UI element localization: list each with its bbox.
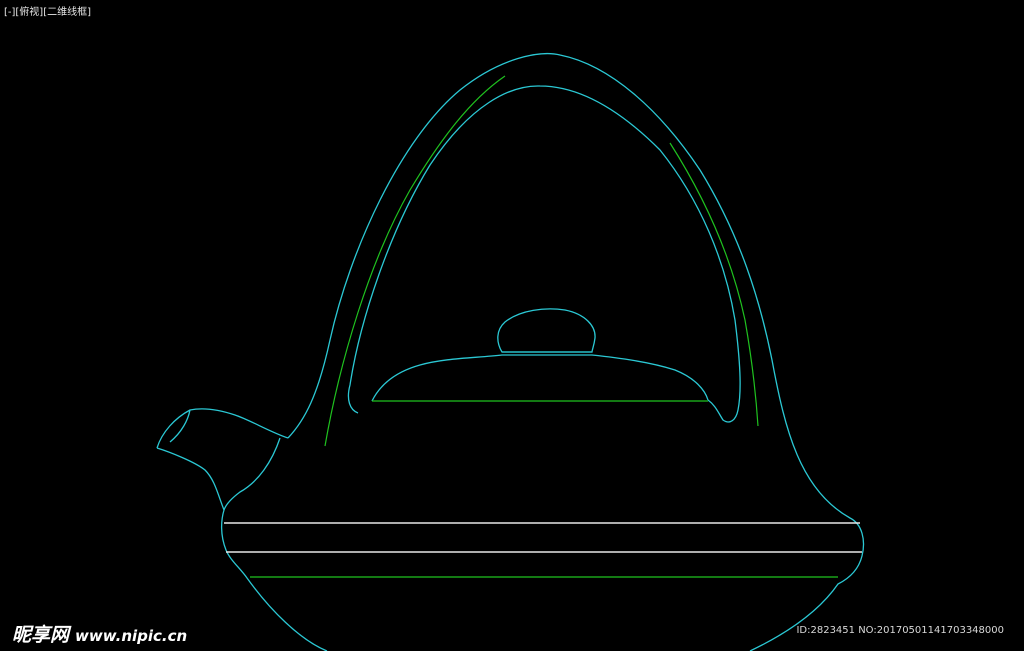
teapot-inner-handle-outline xyxy=(347,85,741,423)
watermark-url: www.nipic.cn xyxy=(75,627,188,645)
teapot-lid-knob xyxy=(497,308,596,353)
teapot-spout xyxy=(156,408,289,511)
image-id-text: ID:2823451 NO:20170501141703348000 xyxy=(796,625,1004,636)
watermark-logo-text: 昵享网 xyxy=(12,624,70,646)
watermark-logo: 昵享网 www.nipic.cn xyxy=(12,620,187,647)
handle-inner-line-right xyxy=(669,142,759,427)
handle-inner-line-left xyxy=(324,75,506,447)
teapot-lid xyxy=(371,354,709,402)
teapot-drawing xyxy=(156,52,865,651)
